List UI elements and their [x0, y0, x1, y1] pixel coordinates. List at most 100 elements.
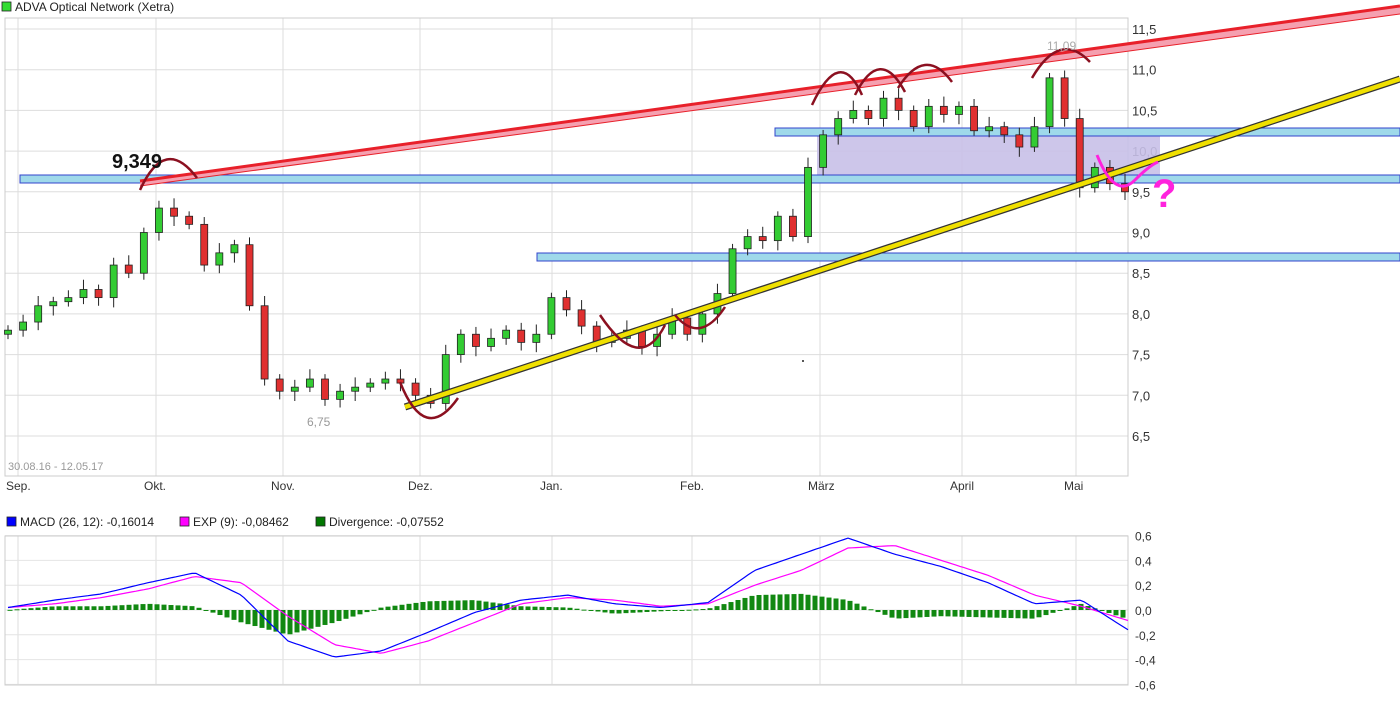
x-tick-label: Mai — [1064, 479, 1083, 493]
divergence-bar — [1099, 610, 1105, 611]
candle-body — [789, 215, 797, 237]
candle-body — [955, 105, 963, 115]
candle-body — [864, 110, 873, 119]
divergence-bar — [406, 603, 412, 610]
divergence-bar — [672, 610, 678, 611]
candle-body — [1060, 77, 1069, 119]
divergence-bar — [252, 610, 258, 627]
divergence-bar — [644, 610, 650, 613]
y-tick-label: 10,5 — [1132, 103, 1157, 118]
candle-body — [34, 305, 43, 323]
y-tick-label: 11,5 — [1132, 22, 1156, 37]
divergence-bar — [1022, 610, 1028, 619]
x-tick-label: Dez. — [408, 479, 433, 493]
divergence-bar — [21, 608, 27, 610]
candle-body — [517, 329, 526, 343]
divergence-bar — [749, 595, 755, 610]
divergence-bar — [959, 610, 965, 617]
candle-body — [698, 313, 707, 335]
question-mark: ? — [1152, 172, 1176, 216]
divergence-bar — [441, 600, 447, 610]
y-tick-label: 7,0 — [1132, 388, 1150, 403]
divergence-bar — [371, 609, 377, 611]
divergence-bar — [840, 599, 846, 610]
divergence-bar — [392, 605, 398, 610]
divergence-bar — [196, 607, 202, 610]
divergence-bar — [609, 610, 615, 614]
divergence-bar — [133, 604, 139, 610]
divergence-bar — [707, 608, 713, 610]
divergence-bar — [651, 610, 657, 612]
candle-body — [985, 126, 994, 132]
candle-body — [532, 333, 541, 343]
macd-y-tick-label: -0,2 — [1135, 629, 1156, 643]
divergence-bar — [434, 601, 440, 610]
candle-body — [411, 382, 420, 396]
divergence-bar — [952, 610, 958, 617]
divergence-bar — [476, 600, 482, 610]
divergence-bar — [735, 599, 741, 610]
divergence-bar — [826, 597, 832, 610]
divergence-bar — [35, 607, 41, 610]
divergence-bar — [315, 610, 321, 627]
divergence-bar — [595, 610, 601, 612]
divergence-bar — [973, 610, 979, 618]
divergence-bar — [77, 606, 83, 610]
divergence-bar — [700, 609, 706, 611]
divergence-bar — [343, 610, 349, 619]
divergence-bar — [931, 610, 937, 617]
divergence-bar — [896, 610, 902, 619]
candle-body — [200, 223, 209, 266]
divergence-bar — [364, 610, 370, 613]
y-tick-label: 11,0 — [1132, 63, 1156, 78]
divergence-bar — [126, 604, 132, 610]
divergence-bar — [1113, 610, 1119, 616]
y-tick-label: 7,5 — [1132, 348, 1150, 363]
candle-body — [502, 329, 511, 339]
divergence-bar — [1050, 610, 1056, 613]
divergence-bar — [203, 610, 209, 611]
divergence-bar — [679, 610, 685, 611]
divergence-bar — [420, 601, 426, 610]
divergence-bar — [105, 605, 111, 610]
candle-body — [381, 378, 390, 384]
divergence-bar — [882, 610, 888, 615]
divergence-bar — [777, 594, 783, 610]
candle-body — [230, 244, 239, 254]
divergence-bar — [525, 606, 531, 610]
divergence-bar — [1029, 610, 1035, 619]
divergence-bar — [140, 604, 146, 610]
divergence-bar — [721, 604, 727, 610]
x-tick-label: April — [950, 479, 974, 493]
divergence-bar — [462, 600, 468, 610]
divergence-bar — [168, 605, 174, 610]
candle-body — [894, 97, 903, 111]
divergence-bar — [630, 610, 636, 613]
divergence-bar — [693, 609, 699, 611]
macd-y-tick-label: 0,4 — [1135, 554, 1152, 568]
candle-body — [19, 321, 27, 331]
candle-body — [849, 110, 858, 119]
candle-body — [94, 289, 103, 299]
divergence-bar — [553, 607, 559, 610]
divergence-bar — [994, 610, 1000, 618]
y-tick-label: 6,5 — [1132, 429, 1150, 444]
candle-body — [819, 134, 828, 168]
candle-body — [79, 289, 88, 299]
candle-body — [456, 333, 465, 356]
resistance-line-lower — [139, 13, 1400, 187]
divergence-bar — [175, 605, 181, 610]
divergence-bar — [924, 610, 930, 617]
exp-legend-label: EXP (9): -0,08462 — [193, 515, 289, 529]
divergence-bar — [763, 594, 769, 610]
divergence-bar — [7, 609, 13, 611]
divergence-bar — [728, 602, 734, 610]
divergence-bar — [63, 606, 69, 610]
candle-body — [366, 382, 375, 388]
peak-label: 11,09 — [1047, 39, 1076, 53]
divergence-bar — [574, 608, 580, 610]
divergence-bar — [49, 606, 55, 610]
price-plot-frame — [4, 17, 1129, 477]
divergence-bar — [1043, 610, 1049, 616]
candle-body — [215, 252, 224, 266]
